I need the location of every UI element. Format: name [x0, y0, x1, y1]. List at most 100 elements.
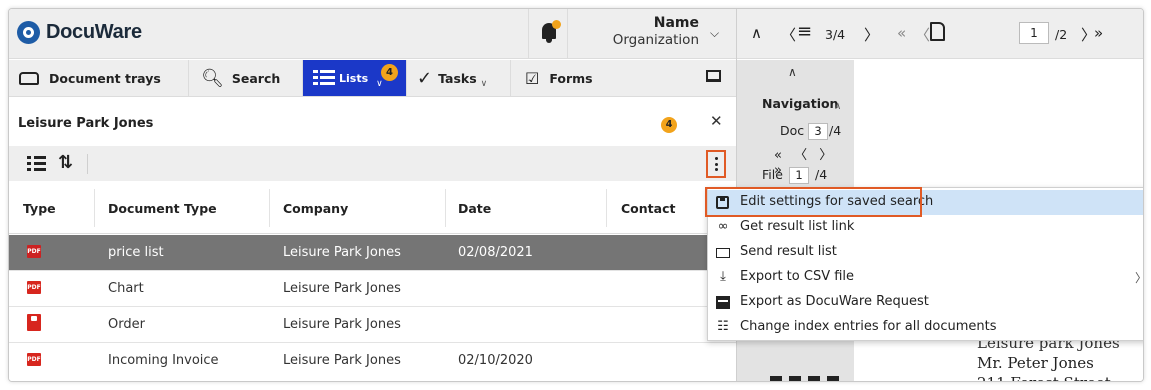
tab-tasks[interactable]: ✓ Tasks ∨ [407, 60, 511, 96]
tab-search[interactable]: 🔍︎ Search [189, 60, 303, 96]
cell-company: Leisure Park Jones [283, 317, 401, 332]
page-icon [930, 22, 945, 41]
chevron-right-icon[interactable]: 〉 [864, 24, 879, 45]
forms-icon: ☑ [525, 68, 540, 88]
chevron-up-icon[interactable]: ∧ [751, 24, 762, 42]
menu-item-get-link[interactable]: ∞ Get result list link [708, 215, 1143, 240]
menu-item-send-list[interactable]: Send result list [708, 240, 1143, 265]
result-list-panel: DocuWare Name Organization ⌵ Document tr… [9, 9, 736, 381]
stack-icon: ≡ [797, 21, 813, 42]
tab-document-trays-label: Document trays [49, 70, 161, 86]
file-total: /4 [815, 167, 828, 182]
cell-document-type: Order [108, 317, 145, 332]
tab-forms[interactable]: ☑ Forms [511, 60, 607, 96]
table-row[interactable]: PDF price list Leisure Park Jones 02/08/… [9, 235, 736, 271]
tab-forms-label: Forms [549, 70, 593, 86]
close-icon[interactable]: ✕ [710, 112, 723, 130]
app-window: DocuWare Name Organization ⌵ Document tr… [8, 8, 1144, 382]
column-separator [606, 189, 607, 227]
user-organization: Organization [612, 32, 699, 48]
letter-line: 211 Forest Street [977, 373, 1120, 381]
bell-clapper [546, 39, 552, 43]
tab-document-trays[interactable]: Document trays [9, 60, 189, 96]
column-separator [445, 189, 446, 227]
cell-company: Leisure Park Jones [283, 281, 401, 296]
column-separator [269, 189, 270, 227]
navigation-title: Navigation [762, 96, 839, 111]
first-page-icon[interactable]: « [897, 24, 906, 42]
doc-total: /4 [829, 123, 842, 138]
prev-page-icon[interactable]: 〈 [915, 24, 930, 45]
file-number-input[interactable]: 1 [789, 167, 809, 184]
search-icon: 🔍︎ [201, 67, 224, 89]
chevron-up-icon[interactable]: ∧ [788, 65, 797, 79]
more-options-button[interactable] [706, 150, 726, 178]
list-toolbar: ⇅ [9, 146, 736, 181]
cell-date: 02/08/2021 [458, 245, 533, 260]
table-row[interactable]: PDF Incoming Invoice Leisure Park Jones … [9, 343, 736, 379]
tab-lists[interactable]: Lists 4 ∨ [303, 60, 407, 96]
cell-document-type: price list [108, 245, 164, 260]
highlight-callout [705, 187, 922, 217]
viewer-toolbar: ∧ 〈 ≡ 3/4 〉 « 〈 1 /2 〉 » 〈 [737, 9, 1143, 59]
menu-item-label: Get result list link [740, 219, 855, 234]
sort-icon[interactable]: ⇅ [58, 152, 73, 173]
notifications-button[interactable] [528, 9, 568, 59]
menu-item-export-request[interactable]: Export as DocuWare Request [708, 290, 1143, 315]
toolbar-divider [87, 154, 88, 174]
list-view-icon[interactable] [27, 155, 46, 172]
envelope-icon [716, 248, 730, 258]
checkmark-icon: ✓ [417, 67, 433, 89]
order-document-icon [27, 314, 41, 331]
tab-lists-label: Lists [339, 71, 369, 85]
menu-item-export-csv[interactable]: ⤓ Export to CSV file 〉 [708, 265, 1143, 290]
chevron-down-icon[interactable]: ⌵ [710, 26, 719, 41]
table-row[interactable]: PDF Chart Leisure Park Jones [9, 271, 736, 307]
doc-label: Doc [780, 123, 805, 138]
window-icon[interactable] [706, 70, 721, 82]
chevron-right-icon: 〉 [1135, 269, 1143, 286]
notification-dot [552, 20, 561, 29]
chevron-left-icon[interactable]: 〈 [781, 24, 796, 45]
menu-item-change-index[interactable]: ☷ Change index entries for all documents [708, 315, 1143, 340]
pdf-icon: PDF [27, 281, 41, 294]
cell-company: Leisure Park Jones [283, 353, 401, 368]
column-header-company[interactable]: Company [283, 201, 348, 216]
logo-text: DocuWare [46, 21, 142, 43]
letter-line: Mr. Peter Jones [977, 354, 1094, 372]
docuware-logo[interactable]: DocuWare [17, 21, 142, 44]
column-header-type[interactable]: Type [23, 201, 56, 216]
pdf-icon: PDF [27, 245, 41, 258]
page-number-input[interactable]: 1 [1019, 22, 1049, 44]
file-label: File [762, 167, 783, 182]
chevron-down-icon[interactable]: ∨ [376, 79, 383, 89]
tab-tasks-label: Tasks [438, 70, 477, 86]
column-header-contact[interactable]: Contact [621, 201, 675, 216]
last-page-icon[interactable]: » [1094, 24, 1103, 42]
tray-icon [19, 71, 39, 85]
chevron-left-icon[interactable]: 〈 [1136, 24, 1143, 45]
user-name: Name [653, 15, 699, 31]
top-bar: DocuWare Name Organization ⌵ [9, 9, 736, 59]
doc-navigation-arrows[interactable]: « 〈 〉 » [774, 144, 854, 178]
list-icon [313, 70, 335, 86]
kebab-icon [715, 157, 718, 174]
user-menu[interactable]: Name Organization [569, 15, 699, 49]
collapse-icon[interactable]: ∧ [834, 101, 841, 112]
doc-number-input[interactable]: 3 [808, 123, 828, 140]
column-header-document-type[interactable]: Document Type [108, 201, 217, 216]
table-row[interactable]: Order Leisure Park Jones [9, 307, 736, 343]
menu-item-label: Change index entries for all documents [740, 319, 997, 334]
link-icon: ∞ [717, 219, 729, 234]
table-header: Type Document Type Company Date Contact [9, 181, 736, 234]
menu-item-label: Export as DocuWare Request [740, 294, 929, 309]
lists-count-badge: 4 [381, 64, 398, 81]
sidebar-tools-row [770, 373, 850, 381]
result-list-title: Leisure Park Jones [18, 116, 154, 131]
page-total: /2 [1055, 27, 1068, 42]
column-header-date[interactable]: Date [458, 201, 491, 216]
menu-item-label: Export to CSV file [740, 269, 855, 284]
chevron-down-icon[interactable]: ∨ [481, 79, 488, 89]
list-title-bar: Leisure Park Jones 4 ✕ [9, 97, 736, 146]
result-count-badge: 4 [661, 117, 677, 133]
